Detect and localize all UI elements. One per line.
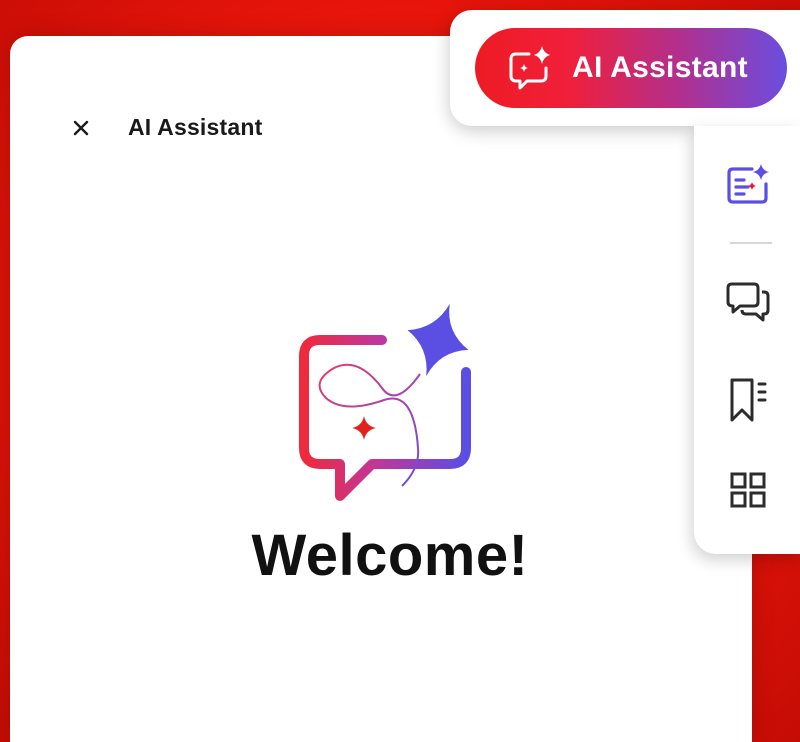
ai-assistant-button-label: AI Assistant <box>572 51 748 84</box>
ai-assistant-button[interactable]: AI Assistant <box>475 28 787 108</box>
close-icon[interactable] <box>68 115 94 141</box>
panel-header: AI Assistant <box>68 114 262 141</box>
thumbnails-tool[interactable] <box>724 466 772 514</box>
ai-chat-sparkle-illustration <box>299 303 471 501</box>
comments-icon <box>726 282 770 322</box>
panel-title: AI Assistant <box>128 114 263 140</box>
ai-summary-tool[interactable] <box>724 160 772 208</box>
ai-assistant-panel: AI Assistant Welcome! <box>10 36 752 742</box>
thumbnails-grid-icon <box>730 472 766 508</box>
bookmarks-icon <box>730 378 767 422</box>
side-toolbar <box>694 126 800 554</box>
welcome-heading: Welcome! <box>251 523 529 588</box>
toolbar-divider <box>730 242 772 244</box>
ai-summary-icon <box>727 164 769 204</box>
ai-chat-sparkle-icon <box>509 46 550 90</box>
ai-assistant-card: AI Assistant <box>450 10 800 126</box>
comments-tool[interactable] <box>724 278 772 326</box>
bookmarks-tool[interactable] <box>724 376 772 424</box>
close-glyph <box>73 120 89 135</box>
